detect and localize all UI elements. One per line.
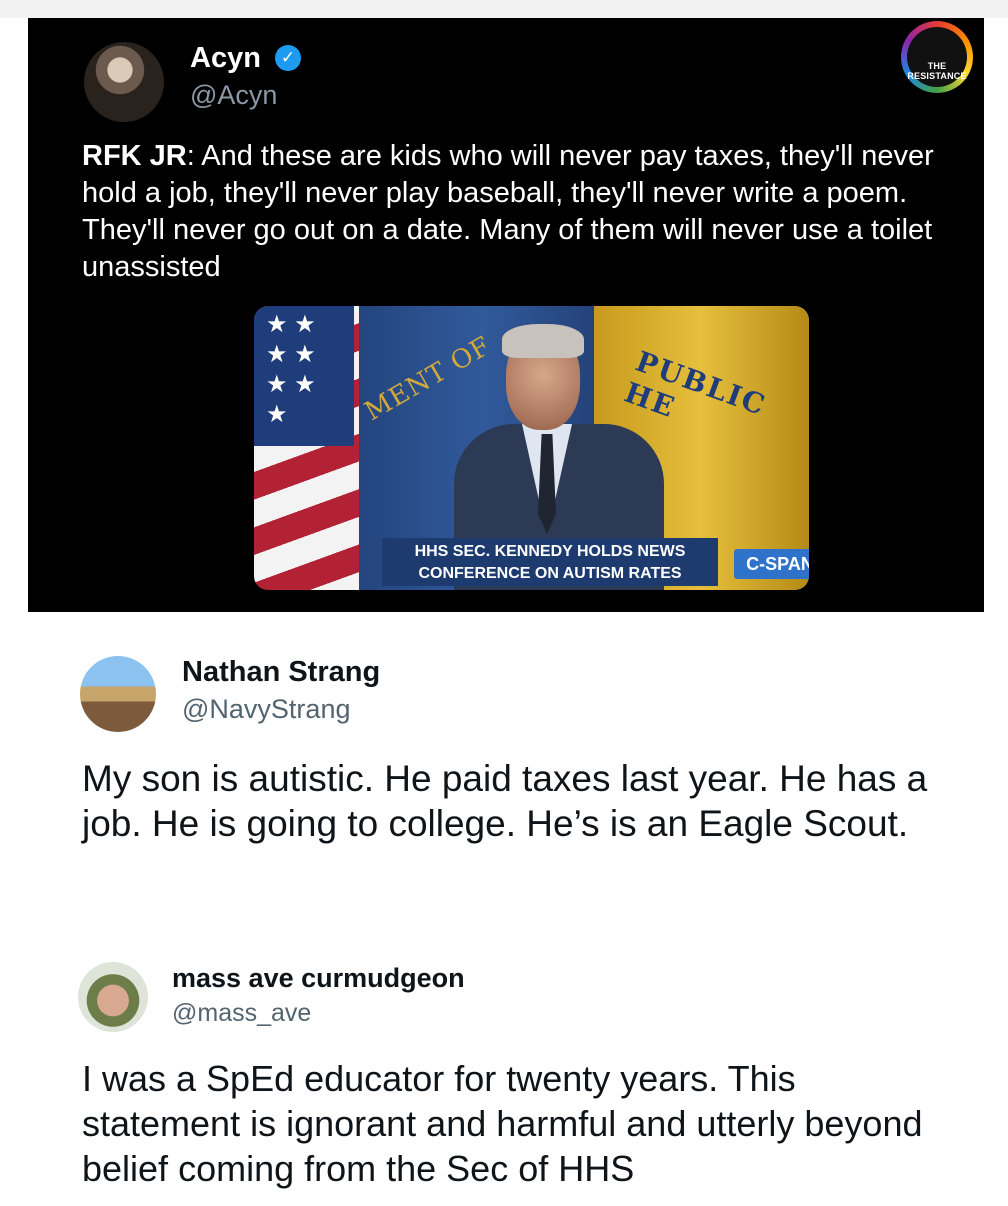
verified-badge-icon: ✓ (275, 45, 301, 71)
resistance-logo-text: THE RESISTANCE (907, 27, 967, 87)
news-chyron: HHS SEC. KENNEDY HOLDS NEWS CONFERENCE O… (382, 538, 718, 586)
cspan-logo: C-SPAN (734, 549, 809, 579)
reply-author-name[interactable]: mass ave curmudgeon (172, 963, 465, 994)
reply-text: My son is autistic. He paid taxes last y… (82, 758, 928, 844)
video-thumbnail[interactable]: ★ ★ ★ ★ ★ ★ ★ MENT OF PUBLIC HE HHS SEC. KE… (254, 306, 809, 590)
reply-author-name[interactable]: Nathan Strang (182, 656, 380, 689)
reply-author-handle[interactable]: @NavyStrang (182, 694, 350, 725)
mass-ave-avatar[interactable] (78, 962, 148, 1032)
chyron-line-1: HHS SEC. KENNEDY HOLDS NEWS (414, 543, 686, 560)
acyn-avatar[interactable] (84, 42, 164, 122)
flag-stars: ★ ★ ★ ★ ★ ★ ★ (254, 306, 354, 446)
top-strip (0, 0, 1008, 18)
quote-text: : And these are kids who will never pay … (82, 140, 934, 283)
reply-text: I was a SpEd educator for twenty years. … (82, 1058, 923, 1189)
nathan-strang-avatar[interactable] (80, 656, 156, 732)
author-name[interactable]: Acyn (190, 42, 261, 75)
author-handle[interactable]: @Acyn (190, 80, 277, 111)
resistance-logo-icon: THE RESISTANCE (901, 21, 973, 93)
tweet-text: RFK JR: And these are kids who will neve… (82, 138, 962, 286)
chyron-line-2: CONFERENCE ON AUTISM RATES (418, 565, 682, 582)
original-tweet: Acyn ✓ @Acyn THE RESISTANCE RFK JR: And … (28, 18, 984, 612)
reply-author-handle[interactable]: @mass_ave (172, 999, 311, 1028)
speaker-hair (502, 324, 584, 358)
speaker-label: RFK JR (82, 140, 187, 172)
